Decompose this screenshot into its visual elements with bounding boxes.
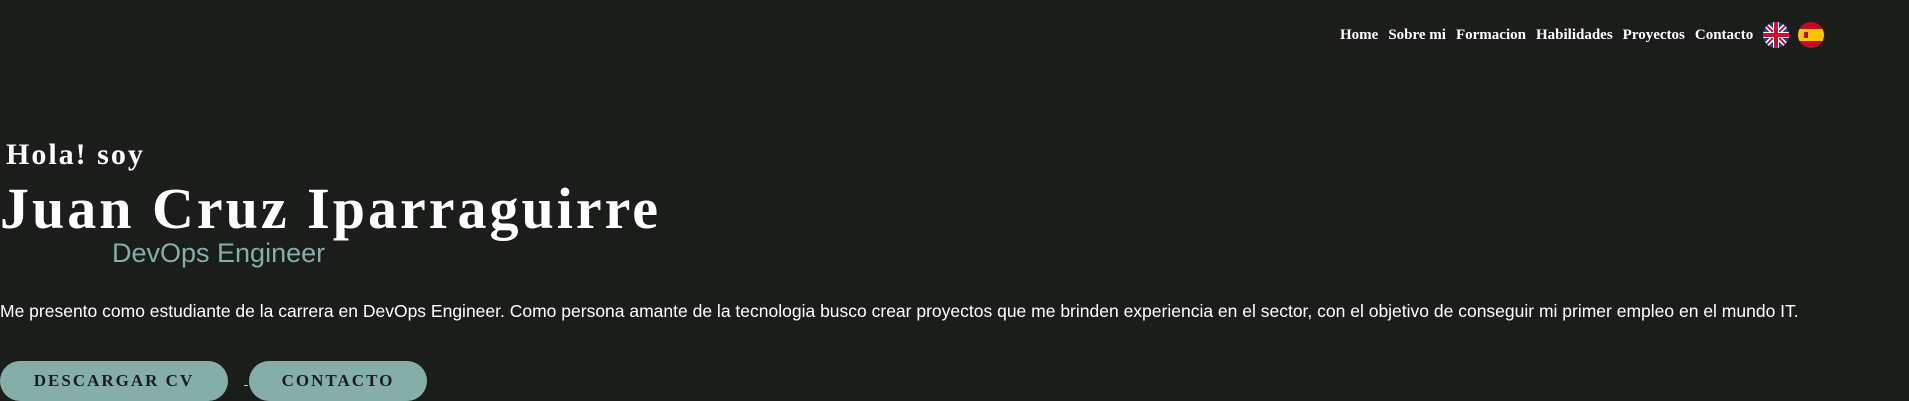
nav-link-sobre-mi[interactable]: Sobre mi [1388,27,1446,44]
nav-link-formacion[interactable]: Formacion [1456,27,1526,44]
uk-flag-icon[interactable] [1763,22,1790,48]
intro-paragraph: Me presento como estudiante de la carrer… [0,301,1799,321]
link-underline-divider [244,385,248,386]
contact-button[interactable]: CONTACTO [249,361,427,401]
spain-flag-icon[interactable] [1798,22,1825,48]
top-navigation: Home Sobre mi Formacion Habilidades Proy… [1340,20,1833,50]
nav-link-habilidades[interactable]: Habilidades [1536,27,1613,44]
hero-name: Juan Cruz Iparraguirre [0,176,662,241]
download-cv-button[interactable]: DESCARGAR CV [0,361,228,401]
nav-link-home[interactable]: Home [1340,27,1378,44]
nav-link-proyectos[interactable]: Proyectos [1623,27,1685,44]
nav-link-contacto[interactable]: Contacto [1695,27,1753,44]
greeting-text: Hola! soy [6,138,145,171]
hero-role: DevOps Engineer [112,238,326,268]
